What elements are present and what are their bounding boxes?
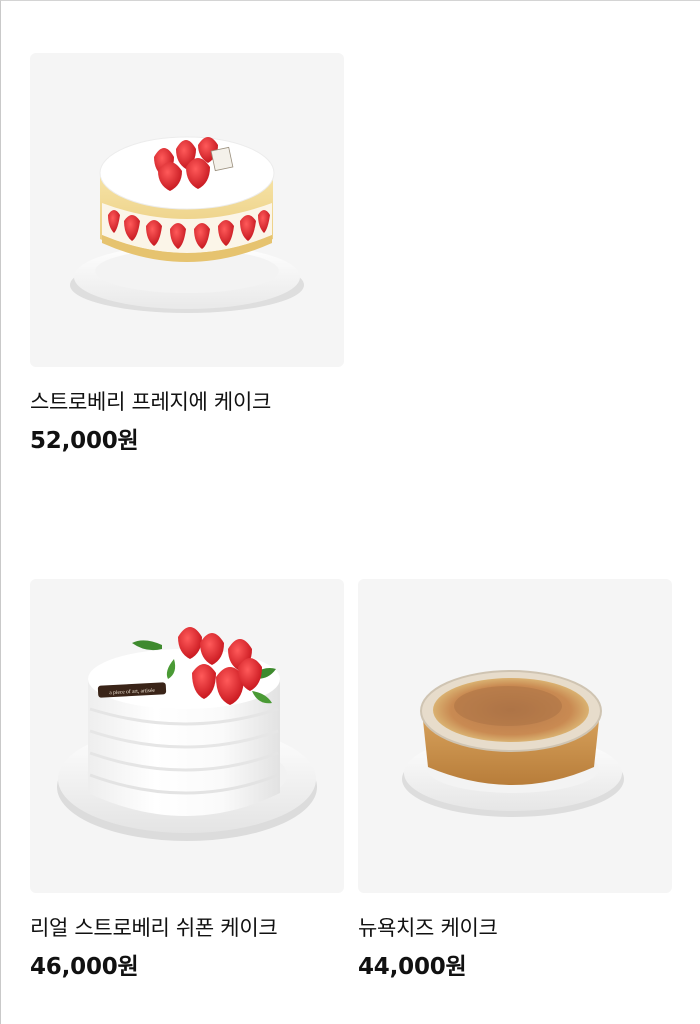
product-name[interactable]: 뉴욕치즈 케이크 <box>358 913 672 943</box>
product-name[interactable]: 리얼 스트로베리 쉬폰 케이크 <box>30 913 344 943</box>
product-card-strawberry-fraisier[interactable]: 스트로베리 프레지에 케이크 52,000원 <box>30 53 344 457</box>
product-image-strawberry-fraisier[interactable] <box>30 53 344 367</box>
product-name[interactable]: 스트로베리 프레지에 케이크 <box>30 387 344 417</box>
product-price: 44,000원 <box>358 954 467 980</box>
new-york-cheesecake-image <box>402 670 624 817</box>
product-price: 52,000원 <box>30 428 139 454</box>
strawberry-chiffon-cake-image: a piece of art, artisée <box>57 627 317 841</box>
product-image-strawberry-chiffon[interactable]: a piece of art, artisée <box>30 579 344 893</box>
product-card-strawberry-chiffon[interactable]: a piece of art, artisée 리얼 스트로베리 쉬폰 케이크 … <box>30 579 344 983</box>
product-price: 46,000원 <box>30 954 139 980</box>
product-card-new-york-cheesecake[interactable]: 뉴욕치즈 케이크 44,000원 <box>358 579 672 983</box>
product-image-new-york-cheesecake[interactable] <box>358 579 672 893</box>
strawberry-fraisier-cake-image <box>70 136 304 313</box>
